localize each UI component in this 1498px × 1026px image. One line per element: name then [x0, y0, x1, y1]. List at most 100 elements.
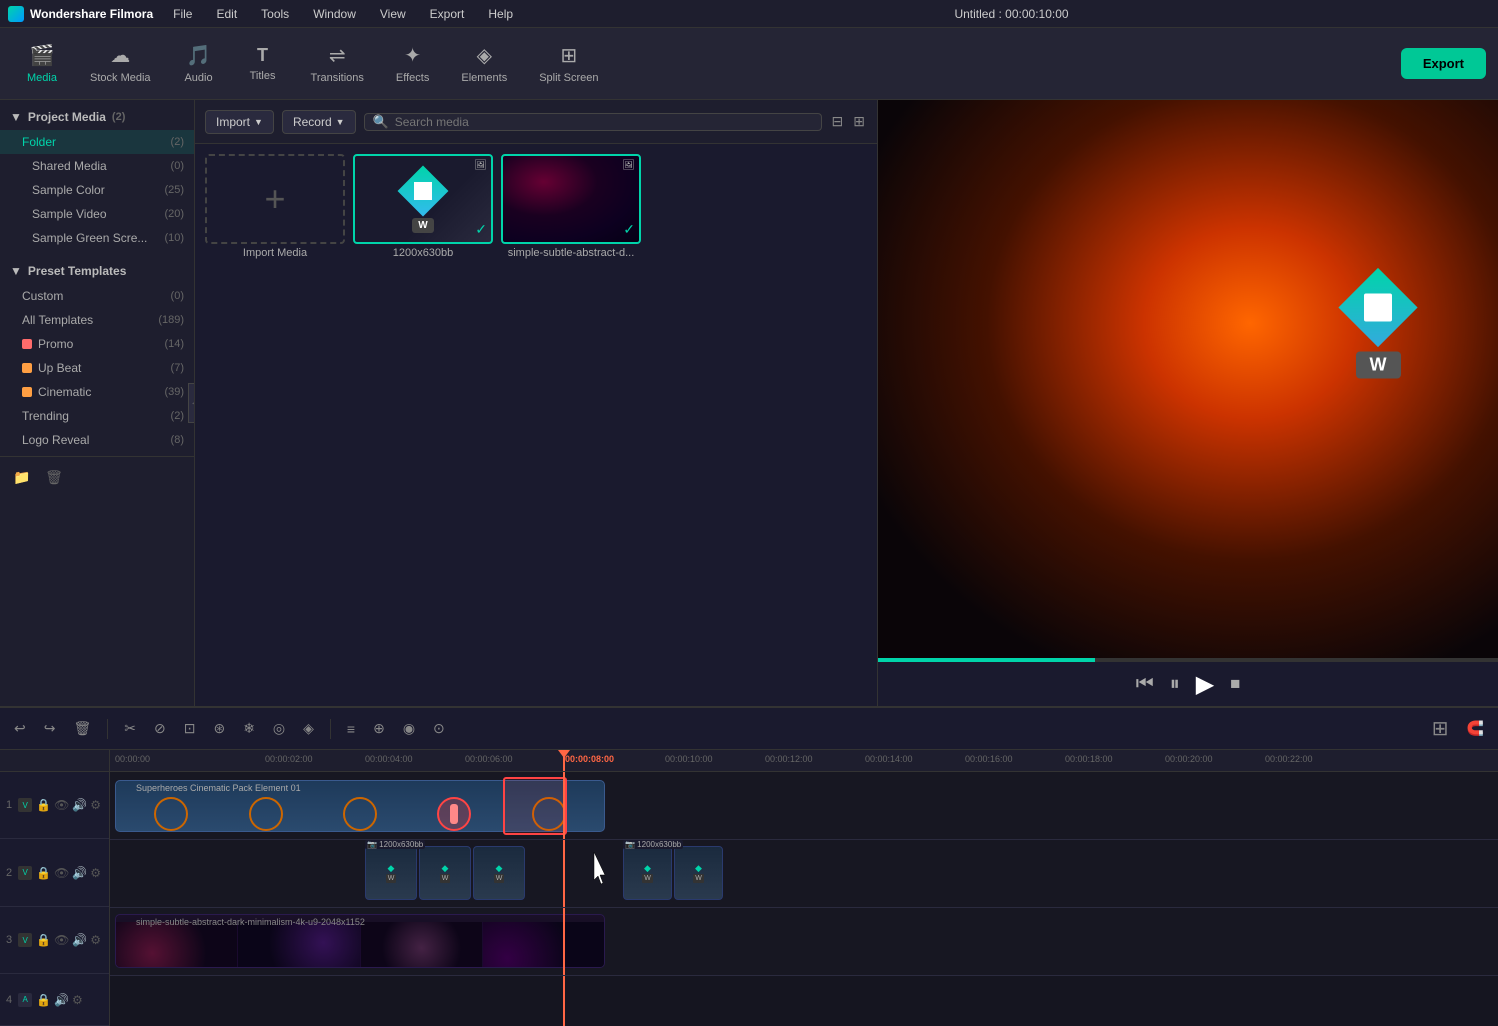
import-media-item[interactable]: + Import Media — [205, 154, 345, 259]
filmora-media-item[interactable]: 🖼 W ✓ 1200x630bb — [353, 154, 493, 259]
timeline-tracks-area: 00:00:00 00:00:02:00 00:00:04:00 00:00:0… — [110, 750, 1498, 1026]
abstract-media-item[interactable]: 🖼 ✓ simple-subtle-abstract-d... — [501, 154, 641, 259]
stabilize-button[interactable]: ⊙ — [427, 717, 451, 740]
ruler-mark-12: 00:00:12:00 — [765, 754, 813, 764]
track4-settings[interactable]: ⚙ — [72, 993, 83, 1007]
menu-bar: Wondershare Filmora File Edit Tools Wind… — [0, 0, 1498, 28]
track2-clip-3[interactable]: ◆ W — [473, 846, 525, 900]
marker-button[interactable]: ◎ — [267, 717, 291, 740]
filter-button[interactable]: ⊟ — [830, 111, 846, 132]
sidebar-item-custom[interactable]: Custom (0) — [0, 284, 194, 308]
import-button[interactable]: Import ▼ — [205, 110, 274, 134]
import-label: Import — [216, 115, 250, 129]
tool-effects[interactable]: ✦ Effects — [382, 37, 443, 90]
record-button[interactable]: Record ▼ — [282, 110, 356, 134]
sample-color-label: Sample Color — [22, 183, 105, 197]
crop-button[interactable]: ⊡ — [178, 717, 202, 740]
project-media-section: ▼ Project Media (2) Folder (2) Shared Me… — [0, 100, 194, 254]
tool-stock-media[interactable]: ☁ Stock Media — [76, 37, 165, 90]
main-content: ▼ Project Media (2) Folder (2) Shared Me… — [0, 100, 1498, 706]
tool-media[interactable]: 🎬 Media — [12, 37, 72, 90]
tool-elements[interactable]: ◈ Elements — [447, 37, 521, 90]
menu-edit[interactable]: Edit — [212, 5, 241, 23]
track4-lock[interactable]: 🔒 — [36, 993, 51, 1007]
sidebar-item-promo[interactable]: Promo (14) — [0, 332, 194, 356]
track2-clip-2[interactable]: ◆ W — [419, 846, 471, 900]
track1-controls: 🔒 👁 🔊 ⚙ — [36, 798, 101, 812]
track1-mute[interactable]: 🔊 — [72, 798, 87, 812]
tool-transitions-label: Transitions — [311, 72, 364, 84]
unlink-button[interactable]: ⊘ — [148, 717, 172, 740]
sidebar-item-shared-media[interactable]: Shared Media (0) — [0, 154, 194, 178]
menu-view[interactable]: View — [376, 5, 410, 23]
add-track-button[interactable]: ⊞ — [1426, 713, 1455, 744]
track1-settings[interactable]: ⚙ — [90, 798, 101, 812]
filmora-media-thumb[interactable]: 🖼 W ✓ — [353, 154, 493, 244]
sidebar-collapse-button[interactable]: ◁ — [188, 383, 195, 423]
track2-settings[interactable]: ⚙ — [90, 866, 101, 880]
redo-button[interactable]: ↪ — [38, 717, 62, 740]
promo-dot — [22, 339, 32, 349]
menu-file[interactable]: File — [169, 5, 196, 23]
track1-lock[interactable]: 🔒 — [36, 798, 51, 812]
menu-help[interactable]: Help — [484, 5, 517, 23]
tool-transitions[interactable]: ⇌ Transitions — [297, 37, 378, 90]
track2-lock[interactable]: 🔒 — [36, 866, 51, 880]
sidebar-item-all-templates[interactable]: All Templates (189) — [0, 308, 194, 332]
track3-settings[interactable]: ⚙ — [90, 933, 101, 947]
preset-templates-header[interactable]: ▼ Preset Templates — [0, 258, 194, 284]
track2-clip-4[interactable]: ◆ W — [623, 846, 672, 900]
ai-button[interactable]: ◉ — [397, 717, 421, 740]
sidebar-item-sample-color[interactable]: Sample Color (25) — [0, 178, 194, 202]
keyframe-button[interactable]: ◈ — [297, 717, 320, 740]
track3-mute[interactable]: 🔊 — [72, 933, 87, 947]
tool-split-screen[interactable]: ⊞ Split Screen — [525, 37, 612, 90]
tool-audio[interactable]: 🎵 Audio — [169, 37, 229, 90]
undo-button[interactable]: ↩ — [8, 717, 32, 740]
adjust-button[interactable]: ≡ — [341, 718, 361, 740]
abstract-media-thumb[interactable]: 🖼 ✓ — [501, 154, 641, 244]
ruler-mark-8: 00:00:08:00 — [565, 754, 614, 764]
track2-hide[interactable]: 👁 — [54, 866, 69, 880]
project-media-header[interactable]: ▼ Project Media (2) — [0, 104, 194, 130]
track2-clip-1[interactable]: ◆ W — [365, 846, 417, 900]
track3-hide[interactable]: 👁 — [54, 933, 69, 947]
track3-controls: 🔒 👁 🔊 ⚙ — [36, 933, 101, 947]
remove-folder-button[interactable]: 🗑 — [42, 465, 66, 489]
sidebar-item-logo-reveal[interactable]: Logo Reveal (8) — [0, 428, 194, 452]
menu-tools[interactable]: Tools — [257, 5, 293, 23]
play-button[interactable]: ▶ — [1196, 670, 1214, 699]
export-button[interactable]: Export — [1401, 48, 1486, 79]
menu-window[interactable]: Window — [309, 5, 360, 23]
sidebar-item-sample-green[interactable]: Sample Green Scre... (10) — [0, 226, 194, 250]
track3-clip[interactable]: simple-subtle-abstract-dark-minimalism-4… — [115, 914, 605, 968]
sidebar-item-cinematic[interactable]: Cinematic (39) — [0, 380, 194, 404]
sidebar-item-upbeat[interactable]: Up Beat (7) — [0, 356, 194, 380]
search-input[interactable] — [395, 115, 813, 129]
audio-stretch-button[interactable]: ⊕ — [367, 717, 391, 740]
track2-clip-5[interactable]: ◆ W — [674, 846, 723, 900]
track4-mute[interactable]: 🔊 — [54, 993, 69, 1007]
track2-row: ◆ W ◆ W ◆ W ◆ — [110, 840, 1498, 908]
magnetic-button[interactable]: 🧲 — [1461, 717, 1490, 740]
stop-button[interactable]: ⏹ — [1230, 673, 1240, 696]
prev-frame-button[interactable]: ⏸ — [1170, 673, 1180, 696]
grid-view-button[interactable]: ⊞ — [851, 111, 867, 132]
rewind-button[interactable]: ⏮ — [1136, 673, 1154, 696]
track1-hide[interactable]: 👁 — [54, 798, 69, 812]
sidebar-item-folder[interactable]: Folder (2) — [0, 130, 194, 154]
import-media-thumb[interactable]: + — [205, 154, 345, 244]
track2-mute[interactable]: 🔊 — [72, 866, 87, 880]
cut-button[interactable]: ✂ — [118, 717, 142, 740]
track4-icon: A — [18, 993, 32, 1007]
tool-titles[interactable]: T Titles — [233, 39, 293, 88]
menu-export[interactable]: Export — [426, 5, 469, 23]
track3-lock[interactable]: 🔒 — [36, 933, 51, 947]
sidebar-item-trending[interactable]: Trending (2) — [0, 404, 194, 428]
add-folder-button[interactable]: 📁 — [10, 465, 34, 489]
sidebar-item-sample-video[interactable]: Sample Video (20) — [0, 202, 194, 226]
preview-video: W — [878, 100, 1498, 658]
speed-button[interactable]: ⊛ — [207, 717, 231, 740]
freeze-button[interactable]: ❄ — [237, 717, 261, 740]
delete-clip-button[interactable]: 🗑 — [67, 717, 97, 740]
